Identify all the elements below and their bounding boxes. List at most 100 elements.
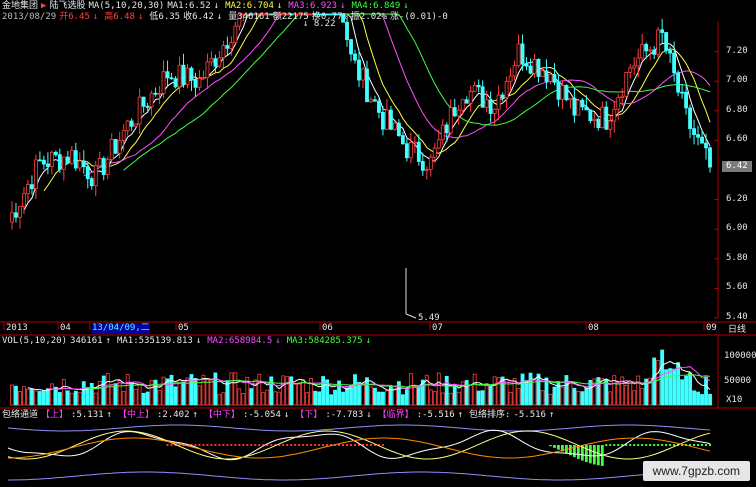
indicator-dot [250,444,253,446]
volume-bar [608,391,613,406]
ma20-line [83,13,711,177]
candle-body [640,44,645,59]
volume-bar [41,390,46,406]
candle-body [708,147,712,168]
volume-bar [345,387,349,406]
candle-body [73,150,78,169]
indicator-dot [242,444,245,446]
volume-bar [416,385,421,406]
indicator-dot [605,444,608,446]
candle-body [149,92,154,108]
volume-axis-50000: 50000 [724,376,752,386]
stock-tab[interactable]: 金地集团 [2,1,38,11]
volume-bar [133,388,138,406]
quote-open: 开6.45 ↓ [59,12,99,22]
volume-bar [117,380,122,406]
candle-body [385,109,389,130]
volume-bar [69,392,74,406]
volume-bar [277,391,282,406]
volume-bar [169,374,174,406]
candle-body [22,193,26,207]
volume-bar [512,378,517,406]
time-label: 09 [706,323,717,333]
volume-bar [161,376,166,406]
indicator-dot [222,444,225,446]
indicator-dot [210,444,213,446]
candle-body [14,212,18,218]
indicator-dot [290,444,293,446]
time-label: 2013 [6,323,28,333]
indicator-dot [234,444,237,446]
candle-body [145,105,150,108]
candle-body [440,124,445,141]
volume-bar [18,391,22,406]
volume-ma3: MA3:584285.375 ↓ [286,336,371,346]
volume-bar [309,378,314,406]
indicator-dot [709,444,712,446]
volume-bar [377,391,381,406]
indicator-dot [226,444,229,446]
volume-bar [185,377,190,406]
candle-body [408,142,413,159]
volume-bar [321,376,326,406]
volume-bar [141,392,146,406]
volume-bar [480,390,485,406]
envelope-upper-line [7,424,711,432]
ma4-value: MA4:6.849 ↓ [351,1,409,11]
volume-bar [536,373,541,406]
candle-body [644,44,649,52]
candle-body [468,90,473,104]
indicator-title[interactable]: 包络通道 [2,410,38,420]
candle-body [101,158,106,175]
indicator-dot [238,444,241,446]
candle-body [105,159,110,175]
indicator-bound: 【临界】:-5.516 ↑ [377,410,464,420]
candle-body [676,72,681,93]
volume-bar [492,376,497,406]
volume-bar [65,390,70,406]
volume-bar [181,381,186,406]
volume-bar [369,386,373,406]
candle-body [512,65,517,77]
quote-amplitude: 振2.02% [350,12,387,22]
volume-bar [700,394,704,406]
volume-bar [261,392,266,406]
candle-body [532,58,537,74]
volume-bar [381,391,385,406]
indicator-dot [206,444,209,446]
candle-body [508,75,513,82]
candle-body [113,138,118,154]
volume-bar [464,380,469,406]
indicator-dot [198,444,201,446]
volume-bar [73,390,78,406]
candle-body [536,58,541,77]
volume-bar [688,372,692,406]
volume-bar [448,392,453,406]
candle-body [548,73,553,82]
candle-body [129,120,134,127]
tab-arrow-icon[interactable]: ▶ [41,1,46,11]
candle-body [65,156,70,164]
volume-bar [385,390,389,406]
volume-bar [229,372,234,406]
candle-body [157,92,162,95]
indicator-dot [298,444,301,446]
indicator-dot [194,444,197,446]
volume-current: 346161 ↑ [70,336,111,346]
candle-body [680,91,685,94]
candle-body [604,106,609,130]
volume-bar [14,385,18,406]
period-label[interactable]: 日线 [728,325,746,336]
candle-body [213,58,218,67]
candle-body [608,120,613,130]
candle-body [656,29,661,55]
indicator-dot [661,444,664,446]
volume-bar [504,378,509,406]
volume-bar [568,381,573,406]
candle-body [492,108,497,114]
volume-bar [516,388,521,406]
indicator-dot [202,444,205,446]
volume-bar [412,386,417,406]
candle-body [688,107,692,129]
volume-bar [708,393,712,406]
